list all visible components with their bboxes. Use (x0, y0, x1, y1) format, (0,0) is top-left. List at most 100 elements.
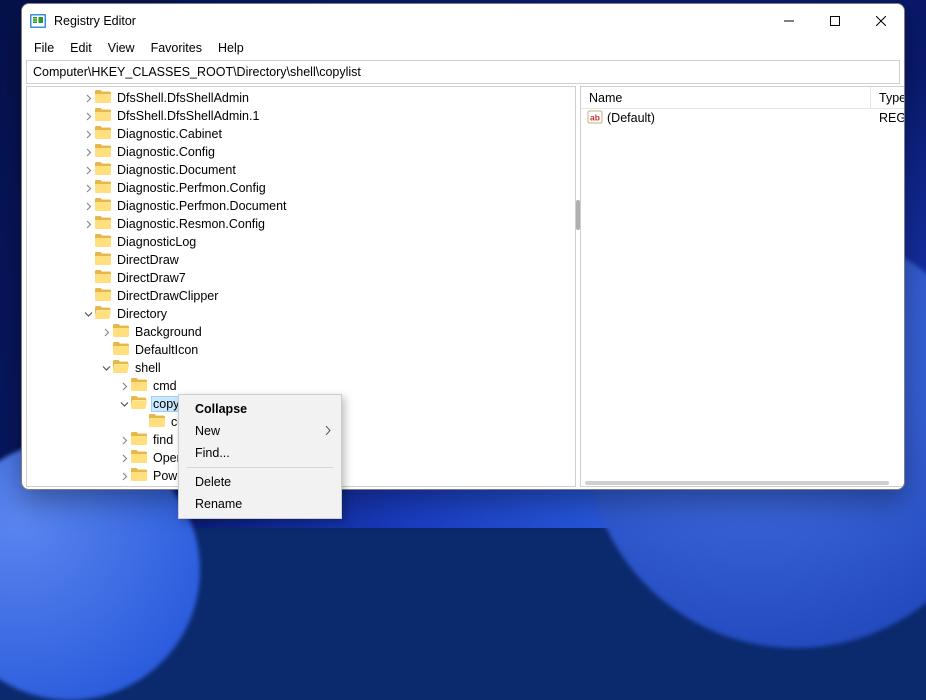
tree-item-label: DirectDraw7 (115, 271, 188, 285)
tree-item[interactable]: Diagnostic.Resmon.Config (27, 215, 575, 233)
folder-icon (95, 270, 115, 286)
tree-item-label: DirectDraw (115, 253, 181, 267)
folder-icon (95, 234, 115, 250)
tree-item[interactable]: DfsShell.DfsShellAdmin (27, 89, 575, 107)
folder-icon (95, 162, 115, 178)
chevron-right-icon[interactable] (81, 91, 95, 105)
tree-item-label: DfsShell.DfsShellAdmin.1 (115, 109, 261, 123)
string-value-icon: ab (587, 109, 607, 128)
chevron-right-icon[interactable] (117, 379, 131, 393)
tree-item-label: shell (133, 361, 163, 375)
tree-item-label: DiagnosticLog (115, 235, 198, 249)
tree-item-label: Diagnostic.Config (115, 145, 217, 159)
menu-favorites[interactable]: Favorites (143, 39, 210, 57)
tree-item[interactable]: DiagnosticLog (27, 233, 575, 251)
folder-icon (131, 378, 151, 394)
value-name: (Default) (607, 111, 655, 125)
tree-item[interactable]: shell (27, 359, 575, 377)
minimize-button[interactable] (766, 4, 812, 37)
chevron-down-icon[interactable] (117, 397, 131, 411)
close-button[interactable] (858, 4, 904, 37)
titlebar[interactable]: Registry Editor (22, 4, 904, 37)
col-header-name[interactable]: Name (581, 87, 871, 108)
registry-editor-window: Registry Editor File Edit View Favorites… (21, 3, 905, 490)
chevron-right-icon[interactable] (99, 325, 113, 339)
tree-item-label: DfsShell.DfsShellAdmin (115, 91, 251, 105)
address-bar (26, 60, 900, 84)
menu-help[interactable]: Help (210, 39, 252, 57)
folder-icon (95, 306, 115, 322)
col-header-type[interactable]: Type (871, 87, 905, 108)
chevron-right-icon[interactable] (117, 433, 131, 447)
maximize-button[interactable] (812, 4, 858, 37)
chevron-right-icon[interactable] (81, 109, 95, 123)
chevron-right-icon[interactable] (81, 181, 95, 195)
folder-icon (95, 126, 115, 142)
value-row[interactable]: ab (Default) REG (581, 109, 905, 127)
chevron-right-icon[interactable] (117, 451, 131, 465)
window-title: Registry Editor (54, 14, 136, 28)
chevron-right-icon[interactable] (81, 199, 95, 213)
tree-item-label: Directory (115, 307, 169, 321)
tree-item[interactable]: DirectDrawClipper (27, 287, 575, 305)
folder-icon (113, 342, 133, 358)
horizontal-scrollbar[interactable] (585, 481, 889, 485)
values-header: Name Type (581, 87, 905, 109)
tree-item-label: find (151, 433, 175, 447)
regedit-icon (30, 13, 46, 29)
folder-icon (95, 180, 115, 196)
pane-splitter[interactable] (576, 84, 580, 489)
menu-file[interactable]: File (26, 39, 62, 57)
tree-item[interactable]: Background (27, 323, 575, 341)
context-menu: Collapse New Find... Delete Rename (178, 394, 342, 519)
tree-item[interactable]: Diagnostic.Perfmon.Document (27, 197, 575, 215)
folder-icon (95, 198, 115, 214)
tree-item[interactable]: DirectDraw7 (27, 269, 575, 287)
tree-item[interactable]: DefaultIcon (27, 341, 575, 359)
ctx-delete[interactable]: Delete (181, 471, 339, 493)
ctx-separator (187, 467, 333, 468)
folder-icon (131, 450, 151, 466)
folder-icon (131, 486, 151, 487)
tree-item[interactable]: Diagnostic.Config (27, 143, 575, 161)
ctx-collapse[interactable]: Collapse (181, 398, 339, 420)
tree-item-label: Diagnostic.Perfmon.Document (115, 199, 289, 213)
menu-view[interactable]: View (100, 39, 143, 57)
tree-item[interactable]: DirectDraw (27, 251, 575, 269)
tree-item[interactable]: DfsShell.DfsShellAdmin.1 (27, 107, 575, 125)
tree-item-label: Diagnostic.Document (115, 163, 238, 177)
tree-item[interactable]: cmd (27, 377, 575, 395)
ctx-rename[interactable]: Rename (181, 493, 339, 515)
tree-item-label: DirectDrawClipper (115, 289, 220, 303)
value-type: REG (871, 111, 905, 125)
ctx-find[interactable]: Find... (181, 442, 339, 464)
folder-icon (131, 432, 151, 448)
tree-item-label: Diagnostic.Resmon.Config (115, 217, 267, 231)
chevron-right-icon[interactable] (81, 217, 95, 231)
chevron-right-icon[interactable] (81, 145, 95, 159)
tree-item[interactable]: Diagnostic.Perfmon.Config (27, 179, 575, 197)
chevron-down-icon[interactable] (99, 361, 113, 375)
folder-icon (95, 288, 115, 304)
tree-item[interactable]: Diagnostic.Cabinet (27, 125, 575, 143)
tree-item-label: cmd (151, 379, 179, 393)
folder-icon (149, 414, 169, 430)
chevron-right-icon[interactable] (81, 127, 95, 141)
tree-item[interactable]: Directory (27, 305, 575, 323)
chevron-right-icon[interactable] (81, 163, 95, 177)
chevron-right-icon[interactable] (117, 469, 131, 483)
ctx-new-label: New (195, 424, 220, 438)
folder-icon (113, 324, 133, 340)
ctx-new[interactable]: New (181, 420, 339, 442)
folder-icon (95, 252, 115, 268)
menu-edit[interactable]: Edit (62, 39, 100, 57)
folder-icon (131, 468, 151, 484)
values-pane[interactable]: Name Type ab (Default) REG (580, 86, 905, 487)
tree-item[interactable]: Diagnostic.Document (27, 161, 575, 179)
address-input[interactable] (27, 65, 899, 79)
chevron-down-icon[interactable] (81, 307, 95, 321)
svg-text:ab: ab (590, 112, 600, 122)
folder-icon (131, 396, 151, 412)
menubar: File Edit View Favorites Help (22, 37, 904, 59)
folder-icon (95, 90, 115, 106)
